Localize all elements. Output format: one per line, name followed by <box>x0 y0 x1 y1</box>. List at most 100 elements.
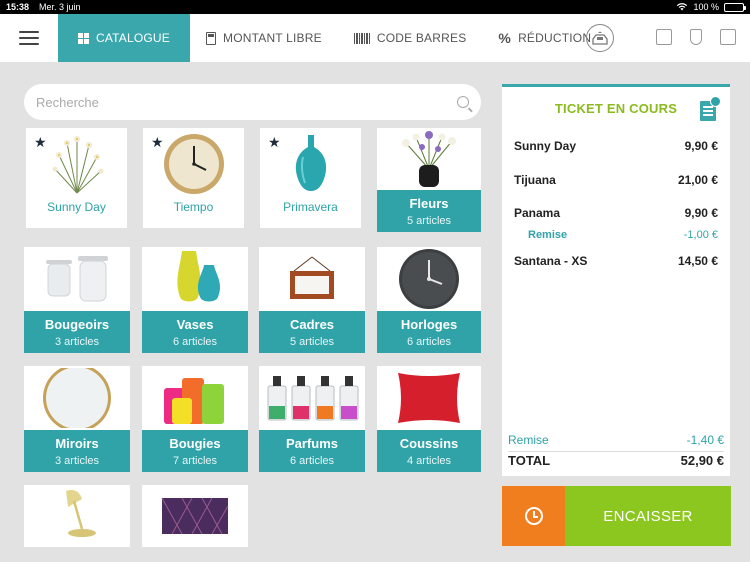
status-date: Mer. 3 juin <box>39 2 81 12</box>
tab-catalogue[interactable]: CATALOGUE <box>58 14 190 62</box>
line-amount: -1,00 € <box>683 229 718 241</box>
favorite-star-icon: ★ <box>34 134 47 150</box>
category-count: 6 articles <box>289 455 335 467</box>
category-name: Bougeoirs <box>44 317 110 332</box>
product-name: Tiempo <box>173 200 214 214</box>
barcode-icon <box>353 32 370 44</box>
printer-icon[interactable] <box>720 29 736 45</box>
category-name: Fleurs <box>409 196 449 211</box>
total-amount: 52,90 € <box>680 453 724 468</box>
category-tile-bougies[interactable]: Bougies 7 articles <box>142 366 248 472</box>
line-amount: 9,90 € <box>684 139 718 153</box>
tab-code-barres[interactable]: CODE BARRES <box>338 14 483 62</box>
category-tile-coussins[interactable]: Coussins 4 articles <box>377 366 481 472</box>
frame-image <box>259 247 365 311</box>
category-name: Cadres <box>289 317 335 332</box>
category-count: 4 articles <box>406 455 452 467</box>
ticket-panel: TICKET EN COURS Sunny Day 9,90 € Tijuana… <box>502 84 730 476</box>
line-name: Santana - XS <box>514 254 588 268</box>
product-tile-rug[interactable] <box>142 485 248 547</box>
summary-discount-amount: -1,40 € <box>686 433 724 447</box>
cushion-image <box>377 366 481 430</box>
tag-icon[interactable] <box>690 29 702 45</box>
line-amount: 14,50 € <box>677 254 718 268</box>
candle-jars-image <box>24 247 130 311</box>
ticket-line[interactable]: Santana - XS 14,50 € <box>514 254 718 268</box>
tab-montant-libre[interactable]: MONTANT LIBRE <box>190 14 338 62</box>
product-name: Primavera <box>283 200 338 214</box>
product-tile-primavera[interactable]: ★ Primavera <box>260 128 361 228</box>
line-amount: 9,90 € <box>684 206 718 220</box>
register-icon[interactable] <box>656 29 672 45</box>
perfume-bottles-image <box>259 366 365 430</box>
status-time: 15:38 <box>6 2 30 12</box>
tray-icon <box>592 31 608 45</box>
line-name: Remise <box>528 229 568 241</box>
category-tile-cadres[interactable]: Cadres 5 articles <box>259 247 365 353</box>
category-band: Horloges 6 articles <box>377 311 481 353</box>
wifi-icon <box>676 2 688 13</box>
summary-discount-label: Remise <box>508 433 549 447</box>
hold-ticket-button[interactable] <box>502 486 565 546</box>
rug-image <box>142 485 248 547</box>
product-tile-lamp[interactable] <box>24 485 130 547</box>
cash-drawer-button[interactable] <box>586 24 614 52</box>
line-name: Sunny Day <box>514 139 577 153</box>
category-tile-fleurs[interactable]: Fleurs 5 articles <box>377 128 481 232</box>
category-band: Parfums 6 articles <box>259 430 365 472</box>
line-name: Panama <box>514 206 561 220</box>
summary-discount: Remise -1,40 € <box>508 433 724 452</box>
tab-label: CODE BARRES <box>376 31 467 45</box>
ticket-title: TICKET EN COURS <box>554 101 678 116</box>
category-count: 5 articles <box>406 215 452 227</box>
category-tile-horloges[interactable]: Horloges 6 articles <box>377 247 481 353</box>
category-count: 6 articles <box>406 336 452 348</box>
category-count: 7 articles <box>172 455 218 467</box>
desk-lamp-image <box>24 485 130 547</box>
tab-label: CATALOGUE <box>95 31 171 45</box>
favorite-star-icon: ★ <box>151 134 164 150</box>
category-count: 5 articles <box>289 336 335 348</box>
category-name: Miroirs <box>55 436 99 451</box>
line-amount: 21,00 € <box>677 173 718 187</box>
percent-icon: % <box>498 30 512 46</box>
candles-image <box>142 366 248 430</box>
bouquet-image <box>377 128 481 190</box>
top-nav: CATALOGUE MONTANT LIBRE CODE BARRES % RÉ… <box>0 14 750 62</box>
colored-vases-image <box>142 247 248 311</box>
category-tile-miroirs[interactable]: Miroirs 3 articles <box>24 366 130 472</box>
category-name: Parfums <box>285 436 339 451</box>
total-label: TOTAL <box>508 453 551 468</box>
receipt-icon[interactable] <box>700 96 721 121</box>
ticket-line[interactable]: Sunny Day 9,90 € <box>514 139 718 153</box>
tab-label: RÉDUCTION <box>518 31 592 45</box>
tab-label: MONTANT LIBRE <box>223 31 322 45</box>
battery-label: 100 % <box>693 2 719 12</box>
line-name: Tijuana <box>514 173 556 187</box>
category-band: Bougeoirs 3 articles <box>24 311 130 353</box>
category-band: Coussins 4 articles <box>377 430 481 472</box>
encaisser-button[interactable]: ENCAISSER <box>565 486 731 546</box>
summary-total: TOTAL 52,90 € <box>508 453 724 468</box>
ticket-line[interactable]: Panama 9,90 € <box>514 206 718 220</box>
category-name: Coussins <box>399 436 459 451</box>
search-bar <box>24 84 481 120</box>
category-tile-parfums[interactable]: Parfums 6 articles <box>259 366 365 472</box>
category-tile-vases[interactable]: Vases 6 articles <box>142 247 248 353</box>
category-tile-bougeoirs[interactable]: Bougeoirs 3 articles <box>24 247 130 353</box>
menu-icon[interactable] <box>0 14 58 62</box>
mirror-image <box>24 366 130 430</box>
category-count: 3 articles <box>54 336 100 348</box>
category-count: 3 articles <box>54 455 100 467</box>
product-tile-tiempo[interactable]: ★ Tiempo <box>143 128 244 228</box>
search-icon[interactable] <box>457 96 469 108</box>
category-band: Vases 6 articles <box>142 311 248 353</box>
category-band: Fleurs 5 articles <box>377 190 481 232</box>
grid-icon <box>77 32 89 44</box>
product-tile-sunny-day[interactable]: ★ Sunny Day <box>26 128 127 228</box>
category-name: Bougies <box>169 436 221 451</box>
ticket-line[interactable]: Tijuana 21,00 € <box>514 173 718 187</box>
favorite-star-icon: ★ <box>268 134 281 150</box>
ticket-line-discount[interactable]: Remise -1,00 € <box>528 229 718 241</box>
search-input[interactable] <box>36 94 457 110</box>
